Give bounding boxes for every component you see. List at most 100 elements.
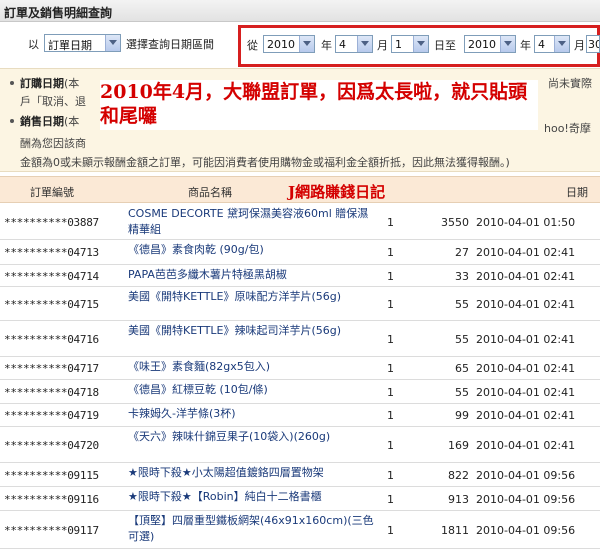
table-row: **********09117 【頂堅】四層重型鐵板網架(46x91x160cm)… — [0, 511, 600, 549]
amount: 55 — [455, 386, 469, 399]
from-label: 從 — [247, 39, 258, 52]
order-date: 2010-04-01 02:41 — [476, 439, 576, 452]
product-link[interactable]: 《德昌》素食肉乾 (90g/包) — [128, 242, 378, 258]
to-day-select[interactable]: 30 — [586, 35, 600, 53]
chevron-down-icon — [500, 36, 515, 52]
order-number: **********09115 — [4, 469, 99, 482]
quantity: 1 — [387, 439, 394, 452]
order-date: 2010-04-01 09:56 — [476, 493, 576, 506]
notice-line-2: 戶「取消、退 — [20, 95, 86, 108]
quantity: 1 — [387, 246, 394, 259]
amount: 27 — [455, 246, 469, 259]
table-row: **********04717 《味王》素食麵(82gx5包入) 1 65 2010-0… — [0, 357, 600, 380]
product-link[interactable]: COSME DECORTE 黛珂保濕美容液60ml 贈保濕精華組 — [128, 206, 378, 238]
chevron-down-icon — [357, 36, 372, 52]
product-link[interactable]: PAPA芭芭多纖木薯片特極黑胡椒 — [128, 267, 378, 283]
notice-line-3-right: hoo!奇摩 — [544, 122, 591, 135]
order-number: **********04713 — [4, 246, 99, 259]
amount: 913 — [448, 493, 469, 506]
bullet-icon — [10, 119, 14, 123]
date-type-select[interactable]: 訂單日期 — [44, 34, 121, 52]
amount: 1811 — [441, 524, 469, 537]
order-date: 2010-04-01 02:41 — [476, 409, 576, 422]
quantity: 1 — [387, 493, 394, 506]
amount: 3550 — [441, 216, 469, 229]
table-row: **********04714 PAPA芭芭多纖木薯片特極黑胡椒 1 33 2010-0… — [0, 265, 600, 287]
order-number: **********09117 — [4, 524, 99, 537]
order-number: **********03887 — [4, 216, 99, 229]
from-month-select[interactable]: 4 — [335, 35, 373, 53]
table-header: 訂單編號 商品名稱 J網路賺錢日記 日期 — [0, 176, 600, 203]
amount: 65 — [455, 362, 469, 375]
notice-line-5: 金額為0或未顯示報酬金額之訂單，可能因消費者使用購物金或福利金全額折抵，因此無法… — [20, 156, 510, 169]
quantity: 1 — [387, 333, 394, 346]
order-number: **********04717 — [4, 362, 99, 375]
quantity: 1 — [387, 409, 394, 422]
order-date: 2010-04-01 02:41 — [476, 386, 576, 399]
product-link[interactable]: 《天六》辣味什錦豆果子(10袋入)(260g) — [128, 429, 378, 445]
table-row: **********09115 ★限時下殺★小太陽超值鍍鉻四層置物架 1 822 201… — [0, 463, 600, 487]
order-date: 2010-04-01 09:56 — [476, 469, 576, 482]
filter-prefix: 以 — [28, 38, 39, 51]
from-year-select[interactable]: 2010 — [263, 35, 315, 53]
notice-line-4: 酬為您因該商 — [20, 137, 86, 150]
order-number: **********04716 — [4, 333, 99, 346]
to-year-select[interactable]: 2010 — [464, 35, 516, 53]
table-row: **********04718 《德昌》紅標豆乾 (10包/條) 1 55 2010-0… — [0, 380, 600, 404]
amount: 822 — [448, 469, 469, 482]
table-row: **********04719 卡辣姆久-洋芋條(3杯) 1 99 2010-04-01… — [0, 404, 600, 427]
quantity: 1 — [387, 524, 394, 537]
amount: 33 — [455, 270, 469, 283]
notice-line-1: 訂購日期(本 — [20, 77, 80, 90]
notice-line-1-right: 尚未實際 — [548, 77, 592, 90]
col-product: 商品名稱 — [188, 186, 232, 199]
product-link[interactable]: 美國《開特KETTLE》辣味起司洋芋片(56g) — [128, 323, 378, 339]
order-date: 2010-04-01 02:41 — [476, 333, 576, 346]
amount: 55 — [455, 298, 469, 311]
col-date: 日期 — [566, 186, 588, 199]
table-row: **********04716 美國《開特KETTLE》辣味起司洋芋片(56g) 1… — [0, 321, 600, 357]
table-row: **********04713 《德昌》素食肉乾 (90g/包) 1 27 2010-0… — [0, 240, 600, 265]
bullet-icon — [10, 81, 14, 85]
order-date: 2010-04-01 02:41 — [476, 246, 576, 259]
product-link[interactable]: 【頂堅】四層重型鐵板網架(46x91x160cm)(三色可選) — [128, 513, 378, 545]
title-bar: 訂單及銷售明細查詢 — [0, 0, 600, 22]
filter-bar: 以 訂單日期 選擇查詢日期區間 從 2010 年 4 月 1 日至 2010 年… — [0, 22, 600, 68]
order-number: **********04714 — [4, 270, 99, 283]
to-month-select[interactable]: 4 — [534, 35, 570, 53]
order-number: **********04719 — [4, 409, 99, 422]
order-date: 2010-04-01 01:50 — [476, 216, 576, 229]
month-label: 月 — [377, 39, 388, 52]
choose-range-label: 選擇查詢日期區間 — [126, 38, 214, 51]
product-link[interactable]: 美國《開特KETTLE》原味配方洋芋片(56g) — [128, 289, 378, 305]
quantity: 1 — [387, 216, 394, 229]
month-label-2: 月 — [574, 39, 585, 52]
product-link[interactable]: 《味王》素食麵(82gx5包入) — [128, 359, 378, 375]
chevron-down-icon — [554, 36, 569, 52]
quantity: 1 — [387, 362, 394, 375]
product-link[interactable]: ★限時下殺★小太陽超值鍍鉻四層置物架 — [128, 465, 378, 481]
order-number: **********09116 — [4, 493, 99, 506]
amount: 169 — [448, 439, 469, 452]
product-link[interactable]: 《德昌》紅標豆乾 (10包/條) — [128, 382, 378, 398]
col-order-no: 訂單編號 — [30, 186, 74, 199]
table-row: **********03887 COSME DECORTE 黛珂保濕美容液60ml… — [0, 204, 600, 240]
table-row: **********04715 美國《開特KETTLE》原味配方洋芋片(56g) 1… — [0, 287, 600, 321]
notice-line-3: 銷售日期(本 — [20, 115, 80, 128]
chevron-down-icon — [299, 36, 314, 52]
table-row: **********04720 《天六》辣味什錦豆果子(10袋入)(260g) 1 1… — [0, 427, 600, 463]
quantity: 1 — [387, 270, 394, 283]
order-date: 2010-04-01 02:41 — [476, 298, 576, 311]
order-date: 2010-04-01 02:41 — [476, 270, 576, 283]
quantity: 1 — [387, 298, 394, 311]
order-number: **********04718 — [4, 386, 99, 399]
order-number: **********04720 — [4, 439, 99, 452]
year-label-2: 年 — [520, 39, 531, 52]
chevron-down-icon — [105, 35, 120, 51]
product-link[interactable]: 卡辣姆久-洋芋條(3杯) — [128, 406, 378, 422]
amount: 55 — [455, 333, 469, 346]
order-date: 2010-04-01 02:41 — [476, 362, 576, 375]
from-day-select[interactable]: 1 — [391, 35, 429, 53]
product-link[interactable]: ★限時下殺★【Robin】純白十二格書櫃 — [128, 489, 378, 505]
amount: 99 — [455, 409, 469, 422]
